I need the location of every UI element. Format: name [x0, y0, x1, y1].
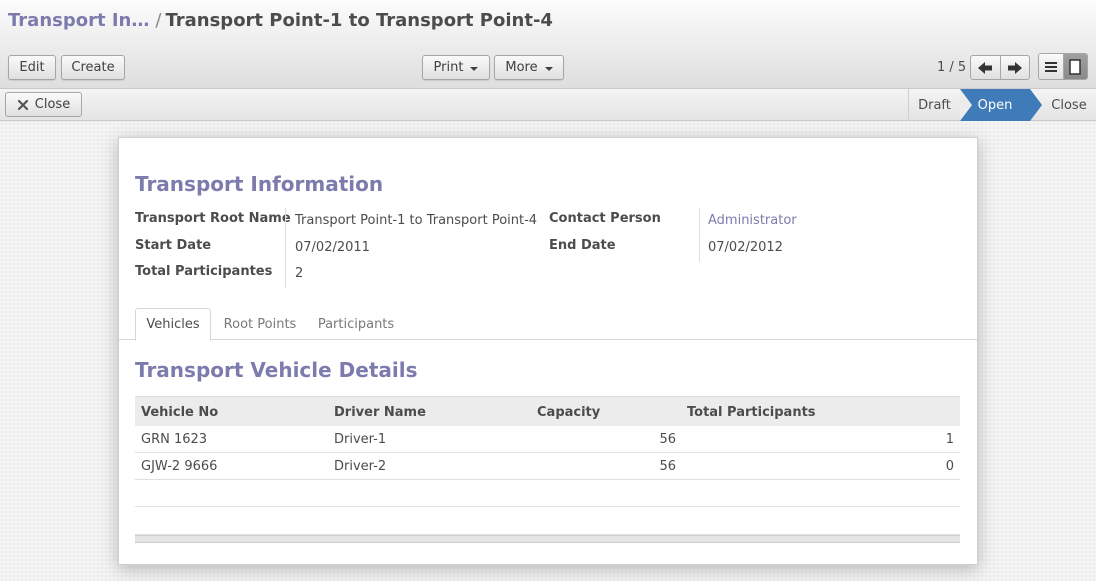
form-sheet: Transport Information Transport Root Nam…	[118, 137, 978, 565]
breadcrumb: Transport In… / Transport Point-1 to Trans…	[8, 10, 553, 31]
column-header-total-participants[interactable]: Total Participants	[687, 405, 816, 420]
cell-vehicle-no: GJW-2 9666	[141, 459, 218, 474]
root-name-label: Transport Root Name	[135, 211, 291, 226]
stage-open[interactable]: Open	[960, 89, 1042, 121]
stage-indicator: Draft Open Close	[908, 89, 1096, 121]
list-icon	[1044, 61, 1057, 72]
edit-button-label: Edit	[19, 60, 45, 75]
cell-vehicle-no: GRN 1623	[141, 432, 208, 447]
participants-value: 2	[295, 266, 304, 281]
pager-counter: 1 / 5	[937, 60, 967, 75]
table-header: Vehicle No Driver Name Capacity Total Pa…	[135, 396, 960, 426]
column-header-capacity[interactable]: Capacity	[537, 405, 600, 420]
breadcrumb-parent-link[interactable]: Transport In…	[8, 10, 149, 31]
breadcrumb-current: Transport Point-1 to Transport Point-4	[165, 10, 553, 31]
contact-person-link[interactable]: Administrator	[708, 213, 797, 228]
notebook-tabs: Vehicles Root Points Participants	[119, 308, 977, 341]
chevron-down-icon	[544, 66, 553, 71]
pager-next-button[interactable]	[999, 56, 1030, 79]
column-header-driver-name[interactable]: Driver Name	[334, 405, 426, 420]
table-row-empty	[135, 507, 960, 535]
create-button[interactable]: Create	[61, 55, 125, 80]
table-row[interactable]: GJW-2 9666 Driver-2 56 0	[135, 453, 960, 480]
form-view-button[interactable]	[1062, 54, 1087, 79]
form-title: Transport Information	[135, 172, 384, 196]
list-view-button[interactable]	[1039, 54, 1063, 79]
table-footer	[135, 535, 960, 543]
view-switcher	[1038, 53, 1088, 80]
cell-driver-name: Driver-2	[334, 459, 387, 474]
close-button[interactable]: Close	[5, 92, 82, 117]
stage-open-label: Open	[977, 97, 1013, 113]
table-row-empty	[135, 480, 960, 507]
more-dropdown-label: More	[505, 60, 538, 75]
form-icon	[1069, 58, 1081, 75]
field-divider	[285, 208, 286, 288]
table-row[interactable]: GRN 1623 Driver-1 56 1	[135, 426, 960, 453]
cell-capacity: 56	[659, 432, 676, 447]
chevron-down-icon	[470, 66, 479, 71]
status-bar: Close Draft Open Close	[0, 89, 1096, 121]
control-panel: Transport In… / Transport Point-1 to Trans…	[0, 0, 1096, 89]
tab-root-points[interactable]: Root Points	[219, 308, 301, 340]
tab-participants[interactable]: Participants	[311, 308, 401, 340]
vehicle-table: Vehicle No Driver Name Capacity Total Pa…	[135, 396, 960, 543]
more-dropdown[interactable]: More	[494, 55, 564, 80]
breadcrumb-separator: /	[155, 10, 162, 31]
arrow-right-icon	[1007, 61, 1022, 74]
end-date-label: End Date	[549, 238, 616, 253]
participants-label: Total Participantes	[135, 264, 273, 279]
print-dropdown[interactable]: Print	[422, 55, 490, 80]
end-date-value: 07/02/2012	[708, 240, 783, 255]
column-header-vehicle-no[interactable]: Vehicle No	[141, 405, 218, 420]
start-date-label: Start Date	[135, 238, 212, 253]
cell-total-participants: 0	[945, 459, 954, 474]
stage-close[interactable]: Close	[1030, 89, 1096, 121]
cell-capacity: 56	[659, 459, 676, 474]
start-date-value: 07/02/2011	[295, 240, 370, 255]
close-icon	[17, 99, 28, 110]
field-divider	[699, 208, 700, 262]
root-name-value: Transport Point-1 to Transport Point-4	[295, 213, 538, 228]
cell-driver-name: Driver-1	[334, 432, 387, 447]
cell-total-participants: 1	[945, 432, 954, 447]
pager-buttons	[970, 55, 1030, 80]
edit-button[interactable]: Edit	[8, 55, 56, 80]
contact-person-label: Contact Person	[549, 211, 661, 226]
tab-vehicles[interactable]: Vehicles	[135, 308, 211, 341]
section-title: Transport Vehicle Details	[135, 358, 418, 382]
arrow-left-icon	[978, 61, 993, 74]
pager-previous-button[interactable]	[971, 56, 1000, 79]
print-dropdown-label: Print	[433, 60, 464, 75]
close-button-label: Close	[34, 97, 71, 112]
create-button-label: Create	[71, 60, 115, 75]
stage-draft[interactable]: Draft	[908, 89, 960, 121]
